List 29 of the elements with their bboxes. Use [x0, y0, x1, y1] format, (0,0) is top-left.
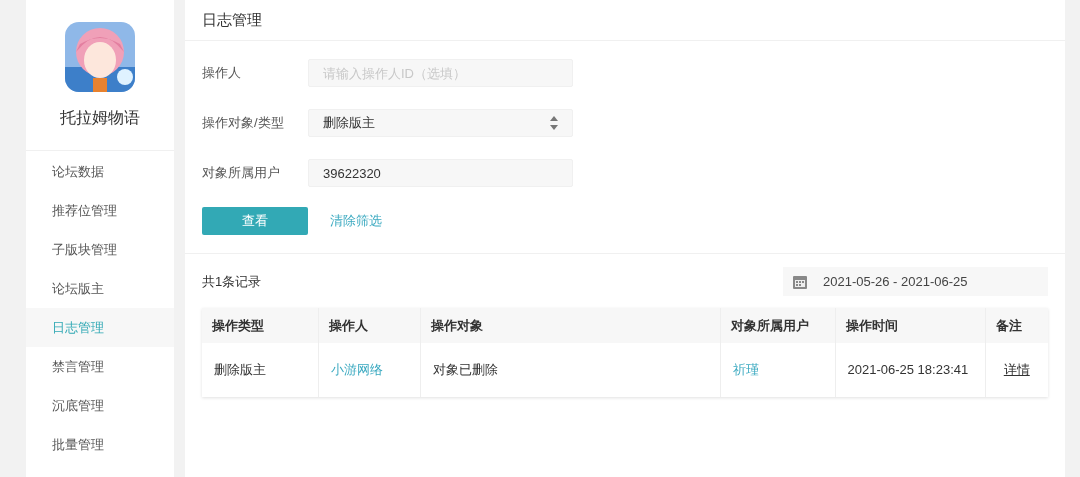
date-range-field[interactable]: 2021-05-26 - 2021-06-25: [783, 267, 1048, 296]
table-cell: 2021-06-25 18:23:41: [835, 343, 985, 397]
nav-item[interactable]: 推荐位管理: [26, 191, 174, 230]
record-count: 共1条记录: [202, 272, 262, 291]
column-header: 操作类型: [202, 308, 318, 343]
app-name: 托拉姆物语: [60, 108, 140, 128]
column-header: 备注: [985, 308, 1048, 343]
page-title: 日志管理: [202, 9, 262, 30]
nav-item[interactable]: 子版块管理: [26, 230, 174, 269]
nav-item[interactable]: 批量管理: [26, 425, 174, 464]
nav-item[interactable]: 论坛数据: [26, 152, 174, 191]
column-header: 操作对象: [420, 308, 720, 343]
nav-item[interactable]: 论坛版主: [26, 269, 174, 308]
calendar-icon: [793, 274, 807, 289]
input-field[interactable]: 39622320: [308, 159, 573, 187]
detail-link[interactable]: 详情: [1003, 362, 1030, 378]
column-header: 对象所属用户: [720, 308, 835, 343]
select-field[interactable]: 删除版主: [308, 109, 573, 137]
field-label: 对象所属用户: [202, 164, 281, 183]
field-label: 操作人: [202, 64, 242, 83]
nav-item[interactable]: 沉底管理: [26, 386, 174, 425]
column-header: 操作时间: [835, 308, 985, 343]
field-label: 操作对象/类型: [202, 114, 285, 133]
date-range: 2021-05-26 - 2021-06-25: [823, 272, 968, 291]
sort-caret-icon: [550, 116, 558, 130]
column-header: 操作人: [318, 308, 420, 343]
table-cell: 对象已删除: [420, 343, 720, 397]
table-cell: 删除版主: [202, 343, 318, 397]
nav-item[interactable]: 禁言管理: [26, 347, 174, 386]
